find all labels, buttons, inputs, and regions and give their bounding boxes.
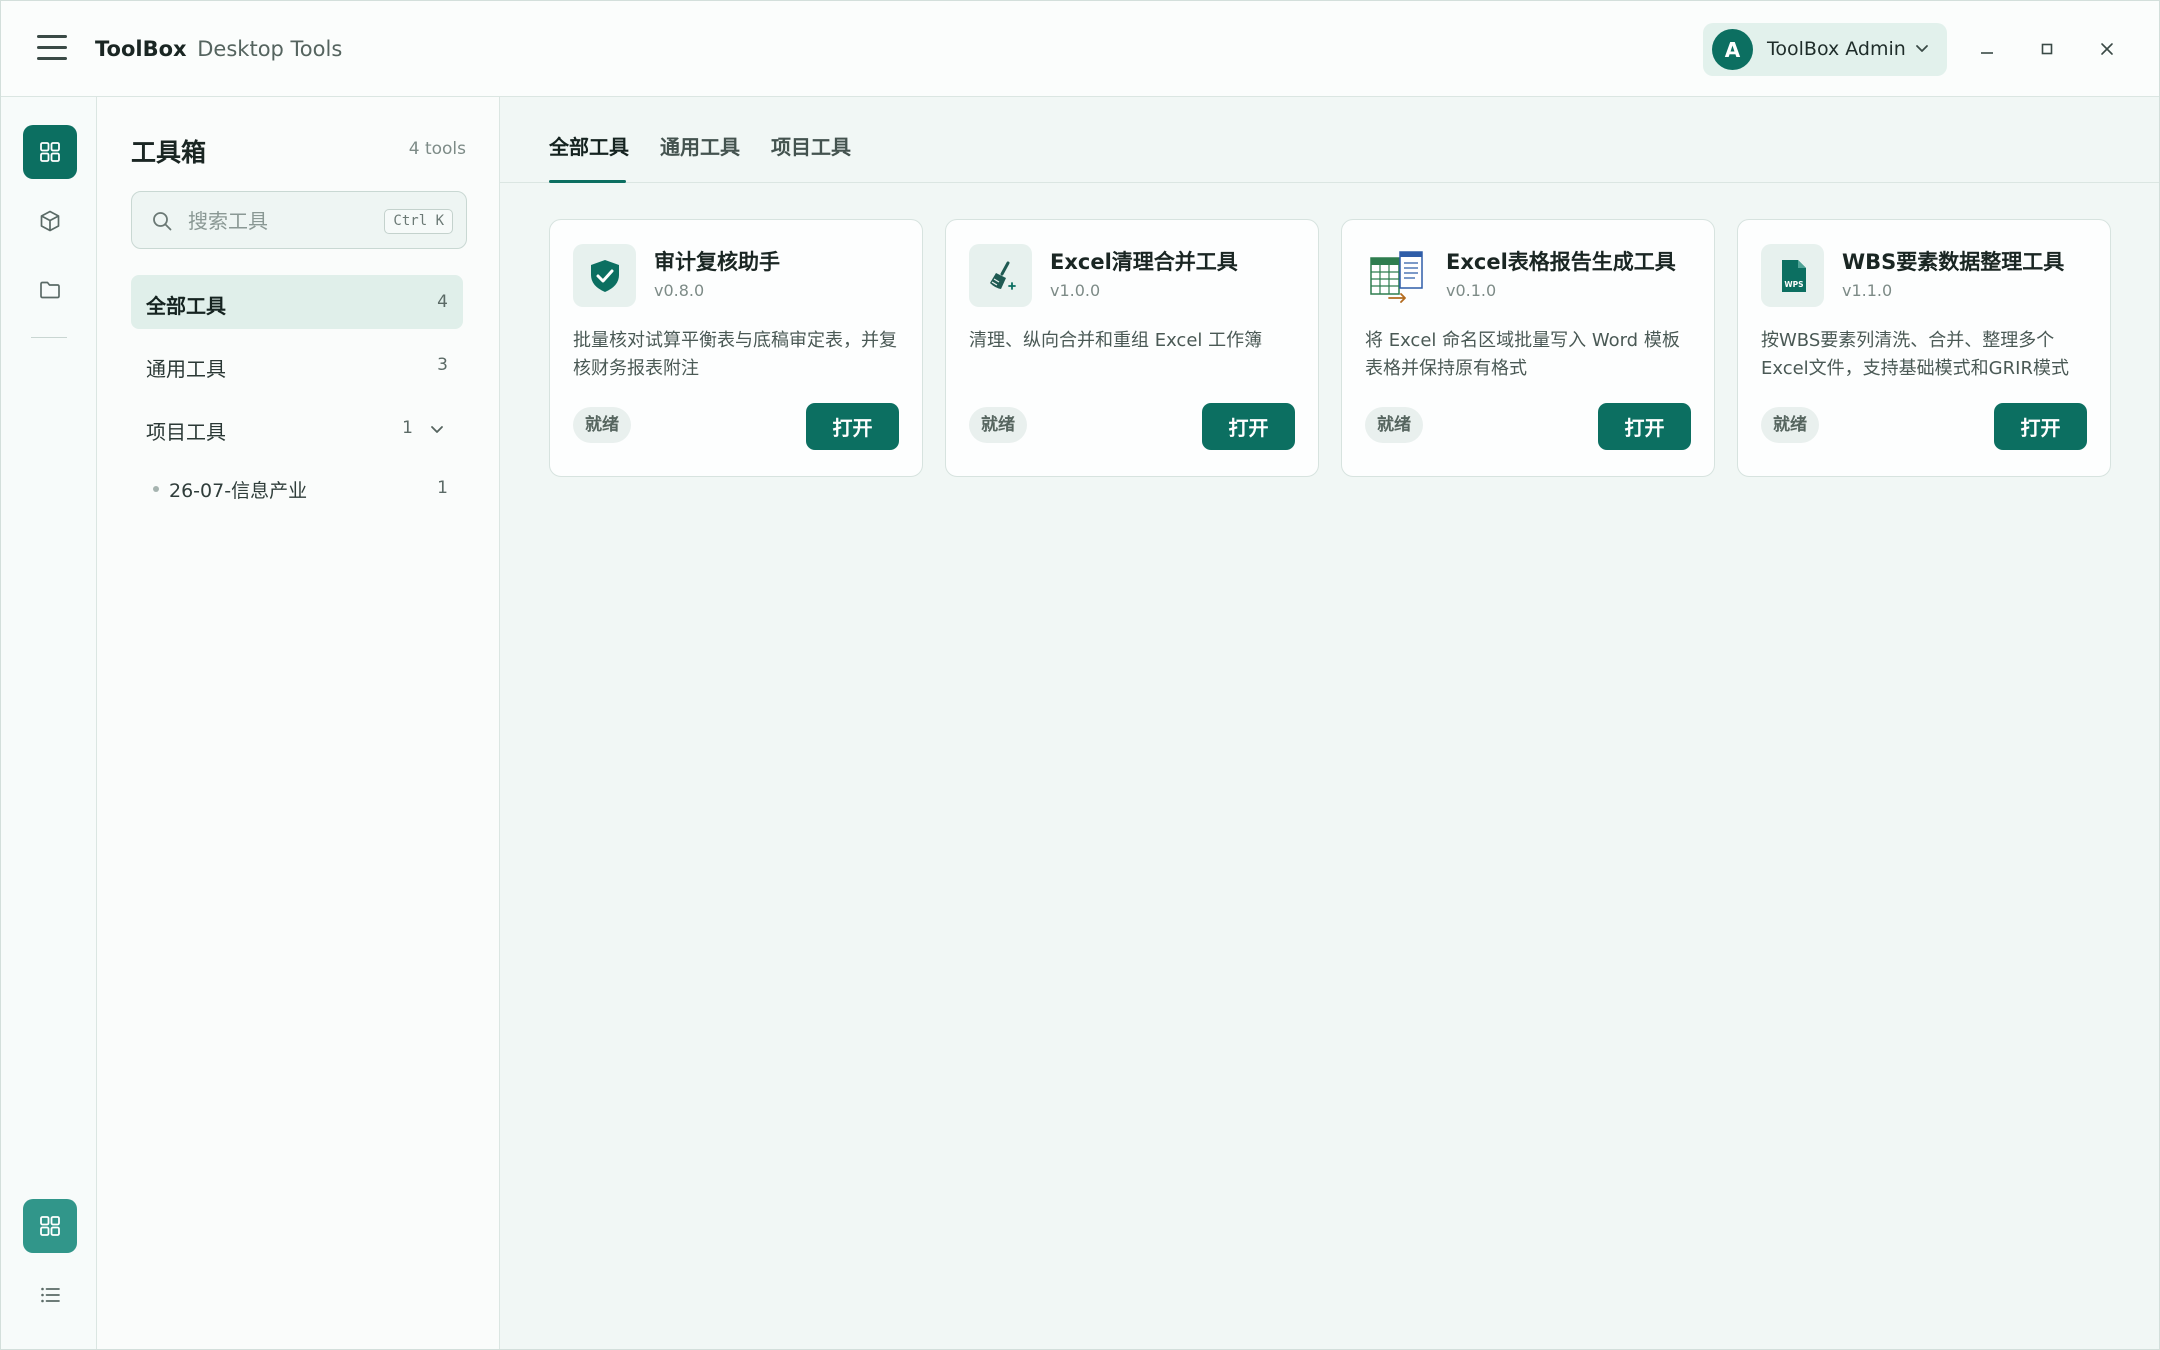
sidebar-item-count: 1: [402, 418, 413, 438]
tool-version: v0.1.0: [1446, 281, 1497, 300]
tool-card: WPS WBS要素数据整理工具 v1.1.0 按WBS要素列清洗、合并、整理多个…: [1737, 219, 2111, 477]
tool-icon-tile: [573, 244, 636, 307]
user-menu-button[interactable]: A ToolBox Admin: [1703, 23, 1947, 76]
folder-icon: [40, 281, 60, 299]
tab-general-tools[interactable]: 通用工具: [660, 131, 740, 160]
list-icon: [41, 1287, 60, 1303]
open-tool-button[interactable]: 打开: [1202, 403, 1295, 450]
sidebar-item-count: 3: [437, 355, 448, 375]
tab-bar: 全部工具 通用工具 项目工具: [500, 97, 2159, 183]
rail-files-button[interactable]: [23, 263, 77, 317]
spreadsheet-to-doc-icon: [1369, 250, 1423, 303]
bullet-dot: [153, 486, 159, 492]
sidebar-item-label: 项目工具: [146, 420, 226, 444]
rail-divider: [31, 337, 67, 338]
list-view-button[interactable]: [23, 1268, 77, 1322]
close-button[interactable]: [2089, 31, 2125, 67]
tool-card: Excel清理合并工具 v1.0.0 清理、纵向合并和重组 Excel 工作簿 …: [945, 219, 1319, 477]
open-tool-button[interactable]: 打开: [1598, 403, 1691, 450]
brand-name: ToolBox: [95, 37, 187, 61]
icon-rail: [1, 97, 97, 1349]
search-icon: [153, 212, 172, 231]
tool-version: v1.1.0: [1842, 281, 1893, 300]
close-icon: [2101, 43, 2113, 55]
sidebar-item-all-tools[interactable]: 全部工具 4: [131, 275, 463, 329]
brand-subtitle: Desktop Tools: [197, 37, 343, 61]
grid-view-button[interactable]: [23, 1199, 77, 1253]
search-input[interactable]: [188, 204, 378, 238]
tool-name: Excel清理合并工具: [1050, 250, 1238, 274]
open-tool-button[interactable]: 打开: [1994, 403, 2087, 450]
shield-check-icon: [590, 259, 619, 292]
app-brand: ToolBox Desktop Tools: [95, 37, 342, 61]
sidebar-subitem-label: 26-07-信息产业: [169, 480, 308, 502]
wps-label: WPS: [1784, 280, 1803, 289]
user-name: ToolBox Admin: [1767, 38, 1906, 60]
rail-packages-button[interactable]: [23, 194, 77, 248]
avatar: A: [1712, 29, 1753, 70]
sidebar-item-project-tools[interactable]: 项目工具 1: [131, 401, 463, 455]
tool-card: 审计复核助手 v0.8.0 批量核对试算平衡表与底稿审定表，并复核财务报表附注 …: [549, 219, 923, 477]
active-tab-indicator: [549, 180, 626, 183]
status-badge: 就绪: [1761, 407, 1819, 443]
sidebar-subitem-count: 1: [437, 478, 448, 498]
tool-version: v0.8.0: [654, 281, 705, 300]
minimize-button[interactable]: [1969, 31, 2005, 67]
tool-icon-tile: [969, 244, 1032, 307]
tool-icon-tile: WPS: [1761, 244, 1824, 307]
tool-version: v1.0.0: [1050, 281, 1101, 300]
sidebar-item-label: 全部工具: [146, 294, 226, 318]
tool-icon-tile: [1365, 244, 1428, 307]
search-box[interactable]: Ctrl K: [131, 191, 467, 249]
minimize-icon: [1981, 52, 1993, 54]
wps-file-icon: WPS: [1781, 259, 1806, 292]
broom-icon: [989, 261, 1016, 290]
tool-description: 清理、纵向合并和重组 Excel 工作簿: [969, 330, 1263, 351]
chevron-down-icon[interactable]: [429, 421, 445, 437]
sidebar-item-general-tools[interactable]: 通用工具 3: [131, 338, 463, 392]
chevron-down-icon: [1916, 45, 1928, 52]
cube-icon: [40, 210, 60, 232]
rail-toolbox-button[interactable]: [23, 125, 77, 179]
maximize-icon: [2041, 43, 2053, 55]
maximize-button[interactable]: [2029, 31, 2065, 67]
tool-count: 4 tools: [408, 139, 466, 159]
sidebar-item-label: 通用工具: [146, 357, 226, 381]
tool-description: 将 Excel 命名区域批量写入 Word 模板表格并保持原有格式: [1365, 330, 1680, 379]
tool-name: Excel表格报告生成工具: [1446, 250, 1676, 274]
status-badge: 就绪: [1365, 407, 1423, 443]
search-shortcut-hint: Ctrl K: [384, 209, 453, 234]
tab-all-tools[interactable]: 全部工具: [549, 131, 629, 160]
tab-project-tools[interactable]: 项目工具: [771, 131, 851, 160]
status-badge: 就绪: [969, 407, 1027, 443]
sidebar-subitem-project[interactable]: 26-07-信息产业 1: [153, 469, 463, 509]
tool-name: 审计复核助手: [654, 250, 780, 274]
tool-description: 批量核对试算平衡表与底稿审定表，并复核财务报表附注: [573, 330, 897, 379]
sidebar-title: 工具箱: [131, 138, 207, 167]
menu-icon[interactable]: [37, 35, 67, 61]
main-content: 全部工具 通用工具 项目工具 审计复核助手 v0.8.0 批量核对试算平衡表与底…: [500, 97, 2159, 1349]
title-bar: ToolBox Desktop Tools A ToolBox Admin: [1, 1, 2159, 97]
open-tool-button[interactable]: 打开: [806, 403, 899, 450]
app-window: ToolBox Desktop Tools A ToolBox Admin 工具…: [0, 0, 2160, 1350]
grid-icon: [40, 142, 60, 162]
sidebar: 工具箱 4 tools Ctrl K 全部工具 4 通用工具 3 项目工具 1: [97, 97, 500, 1349]
tool-name: WBS要素数据整理工具: [1842, 250, 2065, 274]
tool-description: 按WBS要素列清洗、合并、整理多个Excel文件，支持基础模式和GRIR模式: [1761, 330, 2069, 379]
tool-card: Excel表格报告生成工具 v0.1.0 将 Excel 命名区域批量写入 Wo…: [1341, 219, 1715, 477]
sidebar-item-count: 4: [437, 292, 448, 312]
grid-view-icon: [40, 1216, 60, 1236]
status-badge: 就绪: [573, 407, 631, 443]
